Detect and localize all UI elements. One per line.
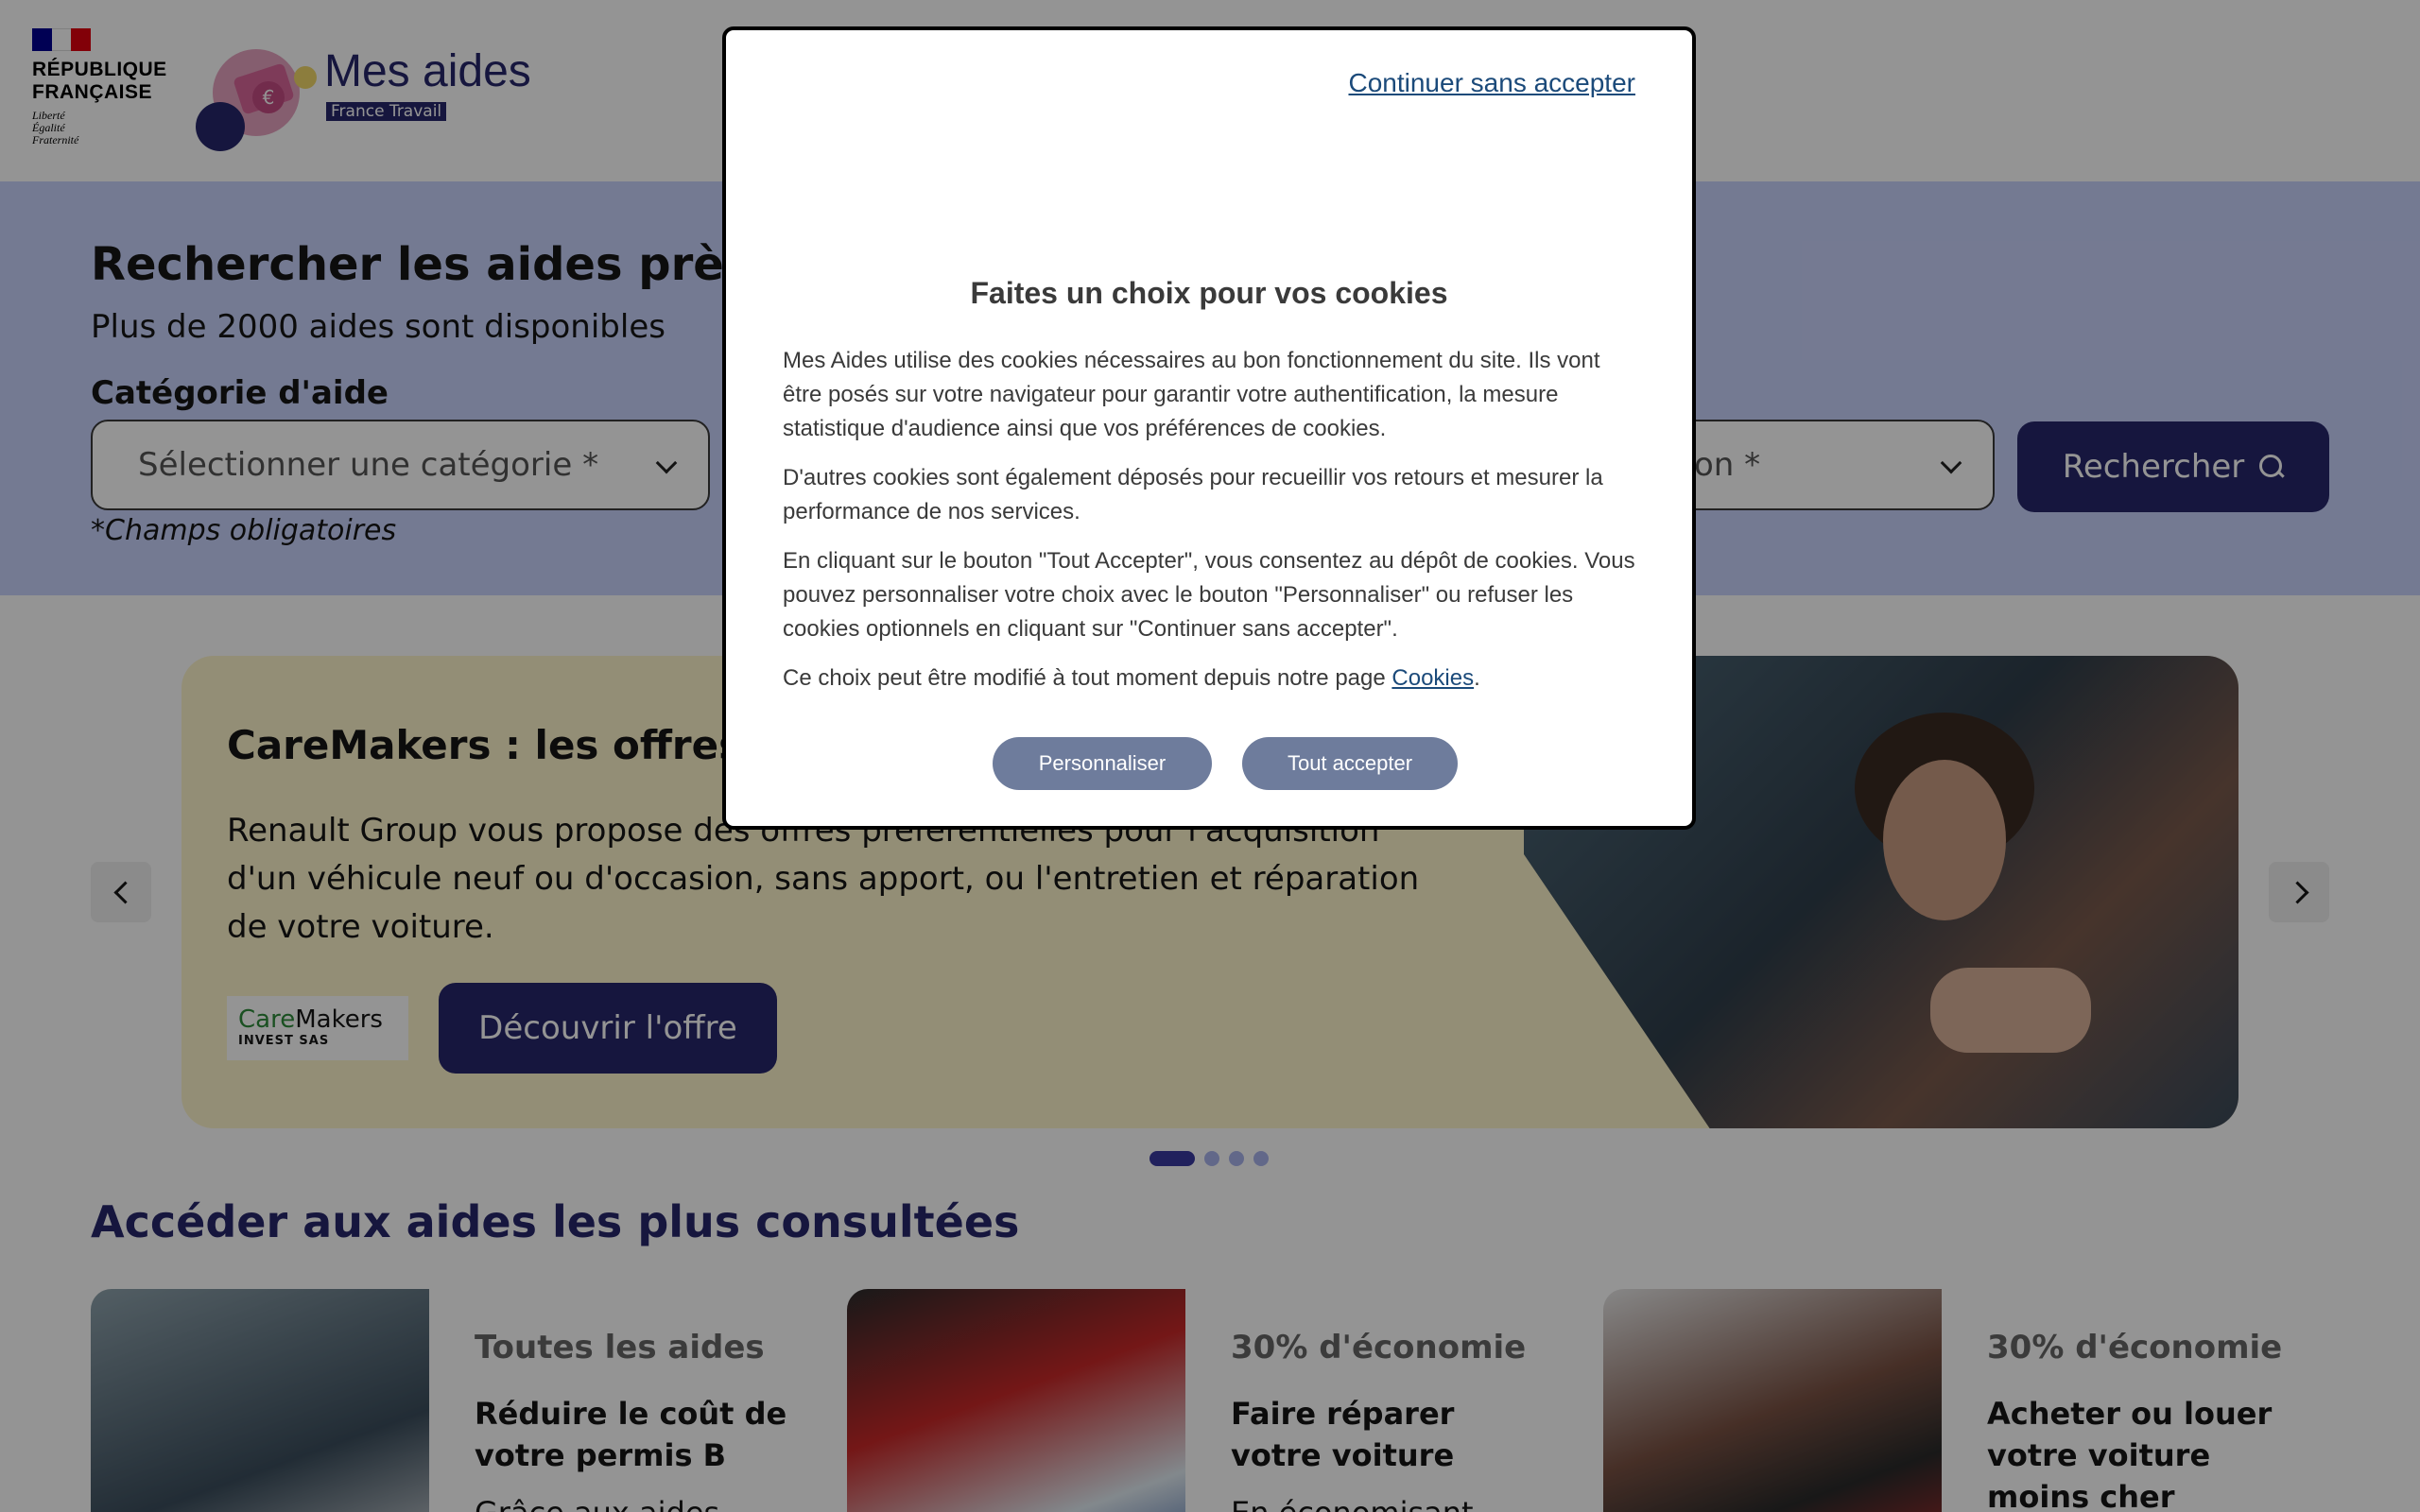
customize-button[interactable]: Personnaliser — [993, 737, 1212, 790]
cookie-paragraph-4-text: Ce choix peut être modifié à tout moment… — [783, 665, 1392, 691]
cookie-modal-title: Faites un choix pour vos cookies — [970, 276, 1448, 310]
cookie-paragraph-2: D'autres cookies sont également déposés … — [783, 465, 1603, 524]
accept-all-button[interactable]: Tout accepter — [1242, 737, 1458, 790]
cookie-paragraph-3: En cliquant sur le bouton "Tout Accepter… — [783, 548, 1635, 642]
cookie-paragraph-1: Mes Aides utilise des cookies nécessaire… — [783, 348, 1600, 441]
cookie-modal-body: Mes Aides utilise des cookies nécessaire… — [783, 344, 1643, 711]
cookie-paragraph-4-end: . — [1474, 665, 1480, 691]
cookie-paragraph-4: Ce choix peut être modifié à tout moment… — [783, 662, 1643, 696]
cookies-page-link[interactable]: Cookies — [1392, 665, 1474, 691]
continue-without-accepting-link[interactable]: Continuer sans accepter — [1348, 68, 1635, 98]
cookie-consent-modal: Continuer sans accepter Faites un choix … — [722, 26, 1696, 830]
